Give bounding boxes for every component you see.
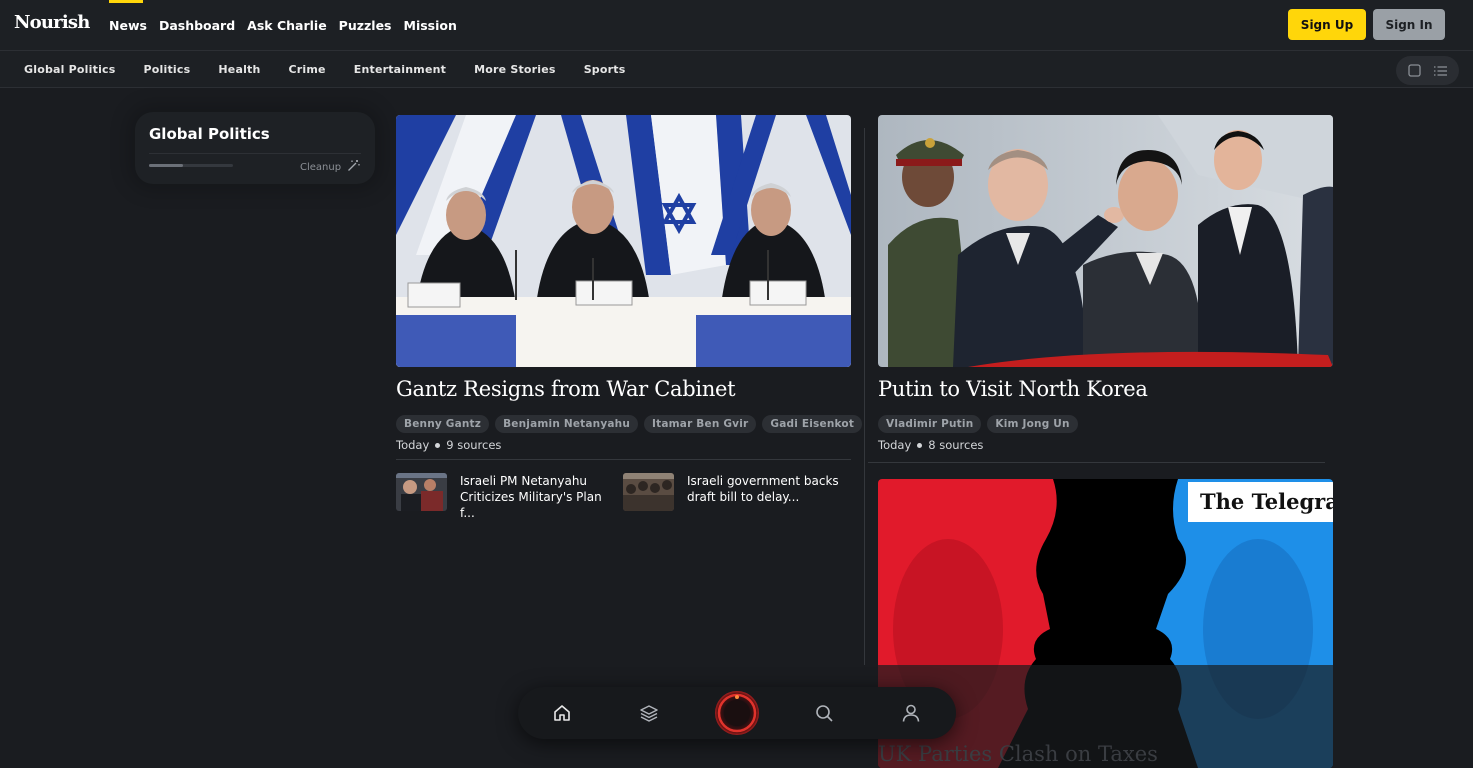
nav-mission[interactable]: Mission: [404, 0, 457, 51]
story-tags: Vladimir Putin Kim Jong Un: [878, 415, 1078, 433]
tag-itamar-ben-gvir[interactable]: Itamar Ben Gvir: [644, 415, 757, 433]
sign-in-button[interactable]: Sign In: [1373, 9, 1445, 40]
view-toggle: [1396, 56, 1459, 85]
main-nav: News Dashboard Ask Charlie Puzzles Missi…: [109, 0, 469, 51]
nav-news[interactable]: News: [109, 0, 147, 51]
nav-puzzles[interactable]: Puzzles: [339, 0, 392, 51]
nav-dashboard[interactable]: Dashboard: [159, 0, 235, 51]
category-bar: Global Politics Politics Health Crime En…: [0, 51, 1473, 88]
tag-benny-gantz[interactable]: Benny Gantz: [396, 415, 490, 433]
separator-dot: [917, 442, 923, 448]
sign-up-button[interactable]: Sign Up: [1288, 9, 1366, 40]
story-title[interactable]: Gantz Resigns from War Cabinet: [396, 377, 736, 401]
story-image-gantz[interactable]: [396, 115, 851, 367]
separator-dot: [435, 442, 441, 448]
user-icon[interactable]: [898, 700, 924, 726]
grid-view-icon[interactable]: [1405, 61, 1425, 81]
related-story-thumbnail: [623, 473, 674, 511]
story-tags: Benny Gantz Benjamin Netanyahu Itamar Be…: [396, 415, 863, 433]
story-sources[interactable]: 8 sources: [928, 438, 983, 452]
telegraph-masthead: The Telegraph: [1200, 489, 1333, 514]
nav-ask-charlie[interactable]: Ask Charlie: [247, 0, 327, 51]
bottom-dock: [518, 687, 956, 739]
category-health[interactable]: Health: [218, 63, 260, 76]
story-time: Today: [878, 438, 912, 452]
story-meta: Today 9 sources: [396, 438, 501, 452]
story-image-putin[interactable]: [878, 115, 1333, 367]
story-meta: Today 8 sources: [878, 438, 983, 452]
story-divider: [396, 459, 851, 460]
topic-panel: Global Politics Cleanup: [135, 112, 375, 184]
story-title[interactable]: Putin to Visit North Korea: [878, 377, 1148, 401]
story-divider: [868, 462, 1325, 463]
layers-icon[interactable]: [636, 700, 662, 726]
category-politics[interactable]: Politics: [144, 63, 191, 76]
related-story[interactable]: Israeli PM Netanyahu Criticizes Military…: [396, 473, 620, 521]
tag-benjamin-netanyahu[interactable]: Benjamin Netanyahu: [495, 415, 639, 433]
logo[interactable]: Nourish: [14, 12, 90, 33]
related-story[interactable]: Israeli government backs draft bill to d…: [623, 473, 847, 511]
magic-wand-icon: [347, 159, 360, 175]
category-global-politics[interactable]: Global Politics: [24, 63, 116, 76]
cleanup-label: Cleanup: [300, 161, 342, 173]
tag-gadi-eisenkot[interactable]: Gadi Eisenkot: [762, 415, 863, 433]
category-entertainment[interactable]: Entertainment: [354, 63, 446, 76]
story-time: Today: [396, 438, 430, 452]
reading-progress-bar: [149, 164, 233, 167]
home-icon[interactable]: [549, 700, 575, 726]
top-navigation-bar: Nourish News Dashboard Ask Charlie Puzzl…: [0, 0, 1473, 51]
category-crime[interactable]: Crime: [289, 63, 326, 76]
column-divider: [864, 128, 865, 665]
ask-charlie-orb[interactable]: [715, 691, 759, 735]
list-view-icon[interactable]: [1430, 61, 1450, 81]
story-title[interactable]: UK Parties Clash on Taxes: [878, 742, 1158, 766]
cleanup-button[interactable]: Cleanup: [300, 159, 360, 175]
topic-title: Global Politics: [149, 125, 270, 143]
related-story-title: Israeli government backs draft bill to d…: [687, 474, 839, 504]
tag-kim-jong-un[interactable]: Kim Jong Un: [987, 415, 1078, 433]
related-story-thumbnail: [396, 473, 447, 511]
tag-vladimir-putin[interactable]: Vladimir Putin: [878, 415, 982, 433]
panel-divider: [149, 153, 361, 154]
category-more-stories[interactable]: More Stories: [474, 63, 556, 76]
category-tabs: Global Politics Politics Health Crime En…: [24, 51, 653, 88]
related-story-title: Israeli PM Netanyahu Criticizes Military…: [460, 474, 602, 520]
story-sources[interactable]: 9 sources: [446, 438, 501, 452]
reading-progress-fill: [149, 164, 183, 167]
search-icon[interactable]: [811, 700, 837, 726]
category-sports[interactable]: Sports: [584, 63, 626, 76]
